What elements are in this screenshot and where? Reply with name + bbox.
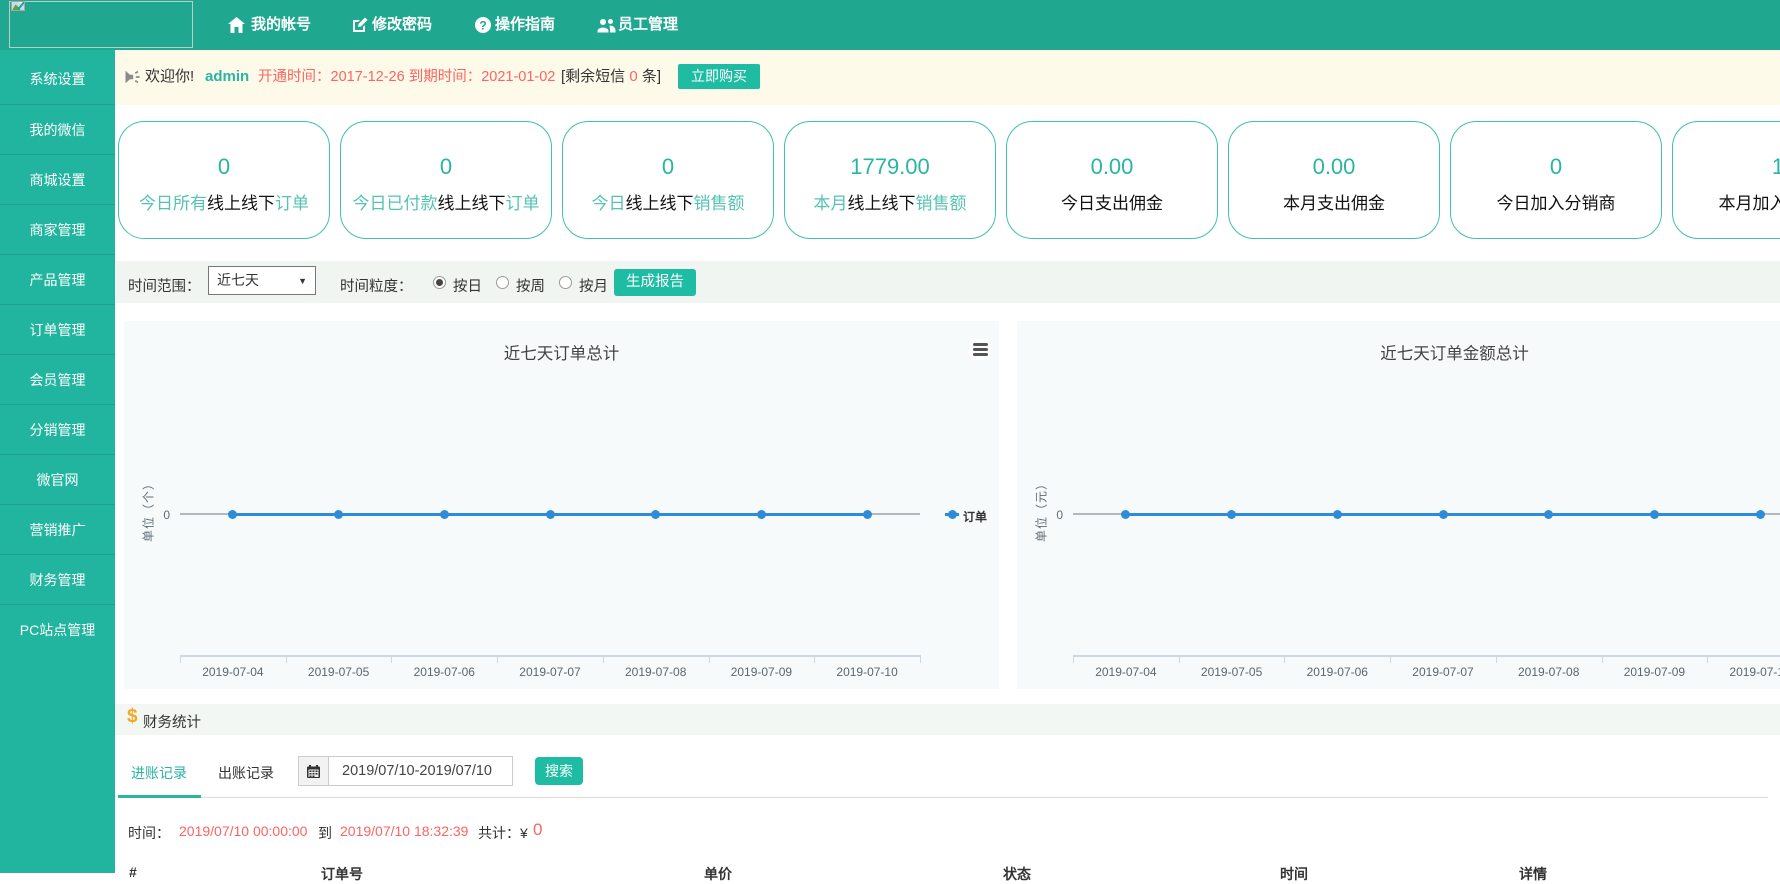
svg-text:?: ?	[479, 19, 486, 33]
